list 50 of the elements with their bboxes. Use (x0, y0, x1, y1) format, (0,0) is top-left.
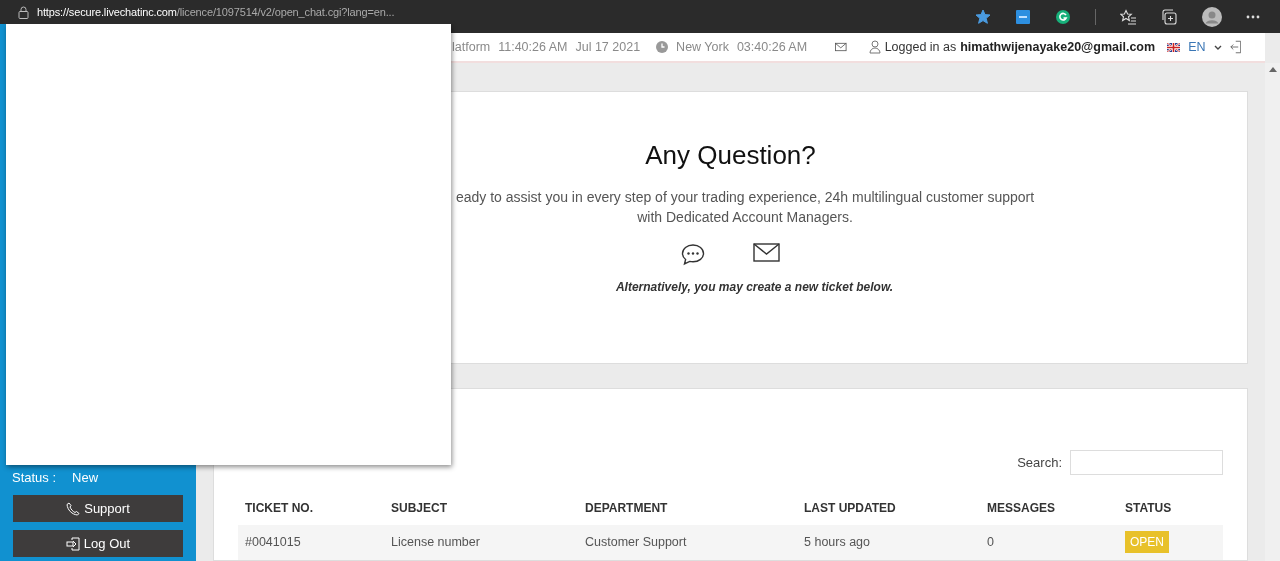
flag-icon (1167, 42, 1181, 52)
extension-icon[interactable] (1015, 8, 1031, 25)
ticket-note: Alternatively, you may create a new ticket below. (615, 279, 894, 297)
logout-icon[interactable] (1229, 39, 1241, 56)
table-cell: License number (384, 525, 578, 560)
logout-button[interactable]: Log Out (13, 530, 183, 557)
card-title: Any Question? (645, 140, 816, 172)
column-header: SUBJECT (390, 500, 448, 518)
table-cell: Customer Support (578, 525, 797, 560)
column-header: MESSAGES (986, 500, 1056, 518)
avatar-icon[interactable] (1202, 6, 1222, 27)
scrollbar[interactable] (1265, 63, 1280, 561)
phone-icon (66, 501, 81, 516)
city-text: New York (676, 38, 729, 56)
favorite-star-icon[interactable] (975, 8, 991, 25)
status-value: New (72, 468, 99, 487)
status-badge: OPEN (1125, 531, 1169, 554)
column-header: LAST UPDATED (803, 500, 897, 518)
mail-icon[interactable] (753, 243, 780, 263)
time-text: 03:40:26 AM (736, 38, 808, 56)
header-text: latform (452, 38, 491, 56)
chevron-down-icon[interactable] (1213, 44, 1222, 50)
more-icon[interactable] (1246, 14, 1260, 19)
chat-icon[interactable] (681, 243, 705, 267)
language-text[interactable]: EN (1188, 37, 1206, 57)
table-cell: #0041015 (238, 525, 384, 560)
date-text: Jul 17 2021 (575, 38, 641, 56)
extension-icon[interactable] (1055, 8, 1071, 25)
column-header: DEPARTMENT (584, 500, 669, 518)
support-button[interactable]: Support (13, 495, 183, 522)
status-label: Status : (12, 468, 57, 487)
column-header: TICKET NO. (244, 500, 314, 518)
table-cell: 0 (980, 525, 1118, 560)
clock-icon (656, 41, 669, 54)
url-text: https://secure.livechatinc.com/licence/1097514/v2/open_chat.cgi?lang=en... (37, 4, 395, 20)
column-header: STATUS (1124, 500, 1173, 518)
support-description: eady to assist you in every step of your trading experience, 24h multilingual customer support with Dedicated Account Managers. (455, 188, 1035, 228)
user-icon (868, 40, 881, 55)
search-field[interactable] (1070, 450, 1223, 476)
login-text: Logged in as (884, 38, 957, 56)
lock-icon (18, 5, 29, 19)
search-label: Search: (1017, 454, 1062, 472)
mail-icon[interactable] (835, 42, 847, 53)
scroll-up-icon[interactable] (1268, 67, 1277, 73)
user-email: himathwijenayake20@gmail.com (960, 38, 1156, 56)
table-cell: 5 hours ago (797, 525, 980, 560)
collections-icon[interactable] (1161, 8, 1178, 25)
logout-icon (65, 536, 80, 551)
time-text: 11:40:26 AM (498, 38, 568, 56)
favorites-icon[interactable] (1120, 8, 1137, 25)
